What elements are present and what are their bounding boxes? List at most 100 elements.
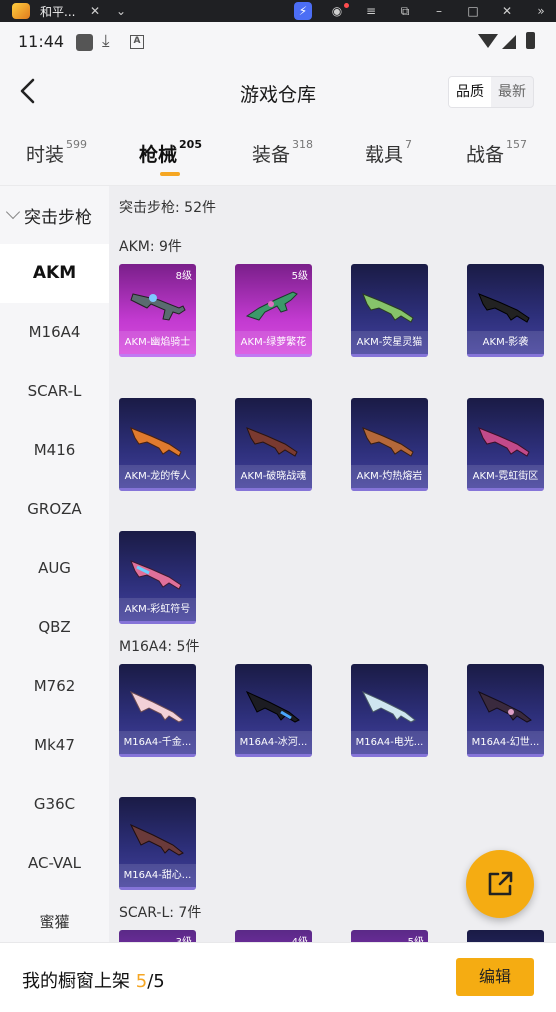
skin-level: 5级: [291, 271, 308, 282]
skin-name: AKM-破晓战魂: [235, 465, 312, 491]
sidebar-group-label: 突击步枪: [24, 207, 92, 228]
expand-icon[interactable]: »: [532, 2, 550, 20]
skin-name: M16A4-冰河...: [235, 731, 312, 757]
skin-card[interactable]: 5级: [351, 930, 428, 942]
skin-card[interactable]: AKM-彩虹符号: [119, 531, 196, 624]
sidebar-item-aug[interactable]: AUG: [0, 539, 109, 598]
sidebar-item-g36c[interactable]: G36C: [0, 775, 109, 834]
chevron-left-icon: [20, 78, 35, 104]
download-icon: ⤓: [102, 31, 110, 51]
accessibility-icon: A: [130, 35, 144, 49]
status-time: 11:44: [18, 32, 65, 51]
skin-card[interactable]: M16A4-千金...: [119, 664, 196, 757]
category-tabs: 时装 599 枪械 205 装备 318 载具 7 战备 157: [0, 122, 556, 186]
rifle-icon: [129, 823, 184, 856]
game-app-icon: [12, 3, 30, 19]
bolt-icon[interactable]: ⚡: [294, 2, 312, 20]
rifle-icon: [361, 690, 416, 723]
menu-icon[interactable]: ≡: [362, 2, 380, 20]
share-button[interactable]: [466, 850, 534, 918]
skin-name: AKM-幽焰骑士: [119, 331, 196, 357]
window-close-tab-icon[interactable]: ✕: [86, 2, 104, 20]
skin-card[interactable]: AKM-荧星灵猫: [351, 264, 428, 357]
sidebar-group-assault-rifles[interactable]: 突击步枪: [0, 186, 109, 244]
skin-card[interactable]: AKM-破晓战魂: [235, 398, 312, 491]
skin-card[interactable]: 3级: [119, 930, 196, 942]
section-label-scar-l: SCAR-L: 7件: [119, 905, 202, 921]
notification-dot: [344, 3, 349, 8]
sidebar-item-groza[interactable]: GROZA: [0, 480, 109, 539]
rifle-icon: [477, 690, 532, 723]
skin-card[interactable]: 4级: [235, 930, 312, 942]
sidebar-item-mk47[interactable]: Mk47: [0, 716, 109, 775]
skin-level: 8级: [175, 271, 192, 282]
edit-button[interactable]: 编辑: [456, 958, 534, 996]
skin-level: 5级: [408, 933, 424, 942]
skin-card[interactable]: M16A4-甜心...: [119, 797, 196, 890]
skin-card[interactable]: 5级 AKM-绿萝繁花: [235, 264, 312, 357]
app-header: 游戏仓库 品质 最新: [0, 62, 556, 122]
sidebar-item-akm[interactable]: AKM: [0, 244, 109, 303]
sidebar-item-m416[interactable]: M416: [0, 421, 109, 480]
sidebar-item-qbz[interactable]: QBZ: [0, 598, 109, 657]
skin-card[interactable]: [467, 930, 544, 942]
tab-count: 318: [292, 138, 314, 151]
skin-card[interactable]: M16A4-幻世...: [467, 664, 544, 757]
skin-card[interactable]: M16A4-冰河...: [235, 664, 312, 757]
tab-fashion[interactable]: 时装 599: [26, 138, 87, 167]
tab-label: 战备: [466, 144, 505, 166]
sidebar-item-scar-l[interactable]: SCAR-L: [0, 362, 109, 421]
showcase-status: 我的橱窗上架 5/5: [22, 967, 165, 993]
status-bar: 11:44 ⤓ A: [0, 22, 556, 62]
weapon-grid: 突击步枪: 52件 AKM: 9件 8级 AKM-幽焰骑士 5级 AKM-绿萝繁…: [109, 186, 556, 942]
tab-firearms[interactable]: 枪械 205: [139, 138, 202, 167]
tab-vehicles[interactable]: 载具 7: [365, 138, 413, 167]
tab-label: 装备: [252, 144, 291, 166]
chevron-down-icon: [5, 204, 21, 220]
rifle-icon: [362, 427, 414, 457]
tab-count: 157: [506, 138, 528, 151]
rifle-icon: [246, 427, 298, 457]
app-notification-icon: [76, 34, 93, 51]
rifle-icon: [245, 291, 298, 321]
skin-name: M16A4-电光...: [351, 731, 428, 757]
skin-level: 3级: [176, 933, 192, 942]
skin-name: AKM-彩虹符号: [119, 598, 196, 624]
skin-card[interactable]: AKM-霓虹街区: [467, 398, 544, 491]
showcase-current-count: 5: [135, 971, 148, 992]
skin-card[interactable]: M16A4-电光...: [351, 664, 428, 757]
sort-option-quality[interactable]: 品质: [449, 77, 491, 107]
tab-label: 枪械: [139, 144, 178, 166]
skin-card[interactable]: AKM-灼热熔岩: [351, 398, 428, 491]
sidebar-item-m762[interactable]: M762: [0, 657, 109, 716]
emulator-title-bar: 和平... ✕ ⌄ ⚡ ◉ ≡ ⧉ – □ ✕ »: [0, 0, 556, 22]
tab-label: 时装: [26, 144, 65, 166]
chevron-down-icon[interactable]: ⌄: [112, 2, 130, 20]
back-button[interactable]: [14, 76, 44, 106]
skin-name: AKM-影袭: [467, 331, 544, 357]
minimize-icon[interactable]: –: [430, 2, 448, 20]
tab-count: 205: [179, 138, 202, 151]
sidebar-item-ac-val[interactable]: AC-VAL: [0, 834, 109, 893]
tab-war-supplies[interactable]: 战备 157: [466, 138, 528, 167]
skin-card[interactable]: 8级 AKM-幽焰骑士: [119, 264, 196, 357]
section-label-akm: AKM: 9件: [119, 239, 182, 255]
sidebar-item-honey-badger[interactable]: 蜜獾: [0, 893, 109, 942]
skin-name: M16A4-甜心...: [119, 864, 196, 890]
close-icon[interactable]: ✕: [498, 2, 516, 20]
skin-card[interactable]: AKM-影袭: [467, 264, 544, 357]
sort-option-latest[interactable]: 最新: [491, 77, 533, 107]
bottom-bar: 我的橱窗上架 5/5 编辑: [0, 942, 556, 1012]
showcase-label: 我的橱窗上架: [22, 971, 130, 992]
tab-equipment[interactable]: 装备 318: [252, 138, 314, 167]
skin-name: AKM-霓虹街区: [467, 465, 544, 491]
skin-level: 4级: [292, 933, 308, 942]
skin-card[interactable]: AKM-龙的传人: [119, 398, 196, 491]
sidebar-item-m16a4[interactable]: M16A4: [0, 303, 109, 362]
tab-count: 7: [405, 138, 413, 151]
screenshot-icon[interactable]: ⧉: [396, 2, 414, 20]
maximize-icon[interactable]: □: [464, 2, 482, 20]
rifle-icon: [362, 293, 414, 323]
sort-toggle: 品质 最新: [448, 76, 534, 108]
skin-name: AKM-绿萝繁花: [235, 331, 312, 357]
